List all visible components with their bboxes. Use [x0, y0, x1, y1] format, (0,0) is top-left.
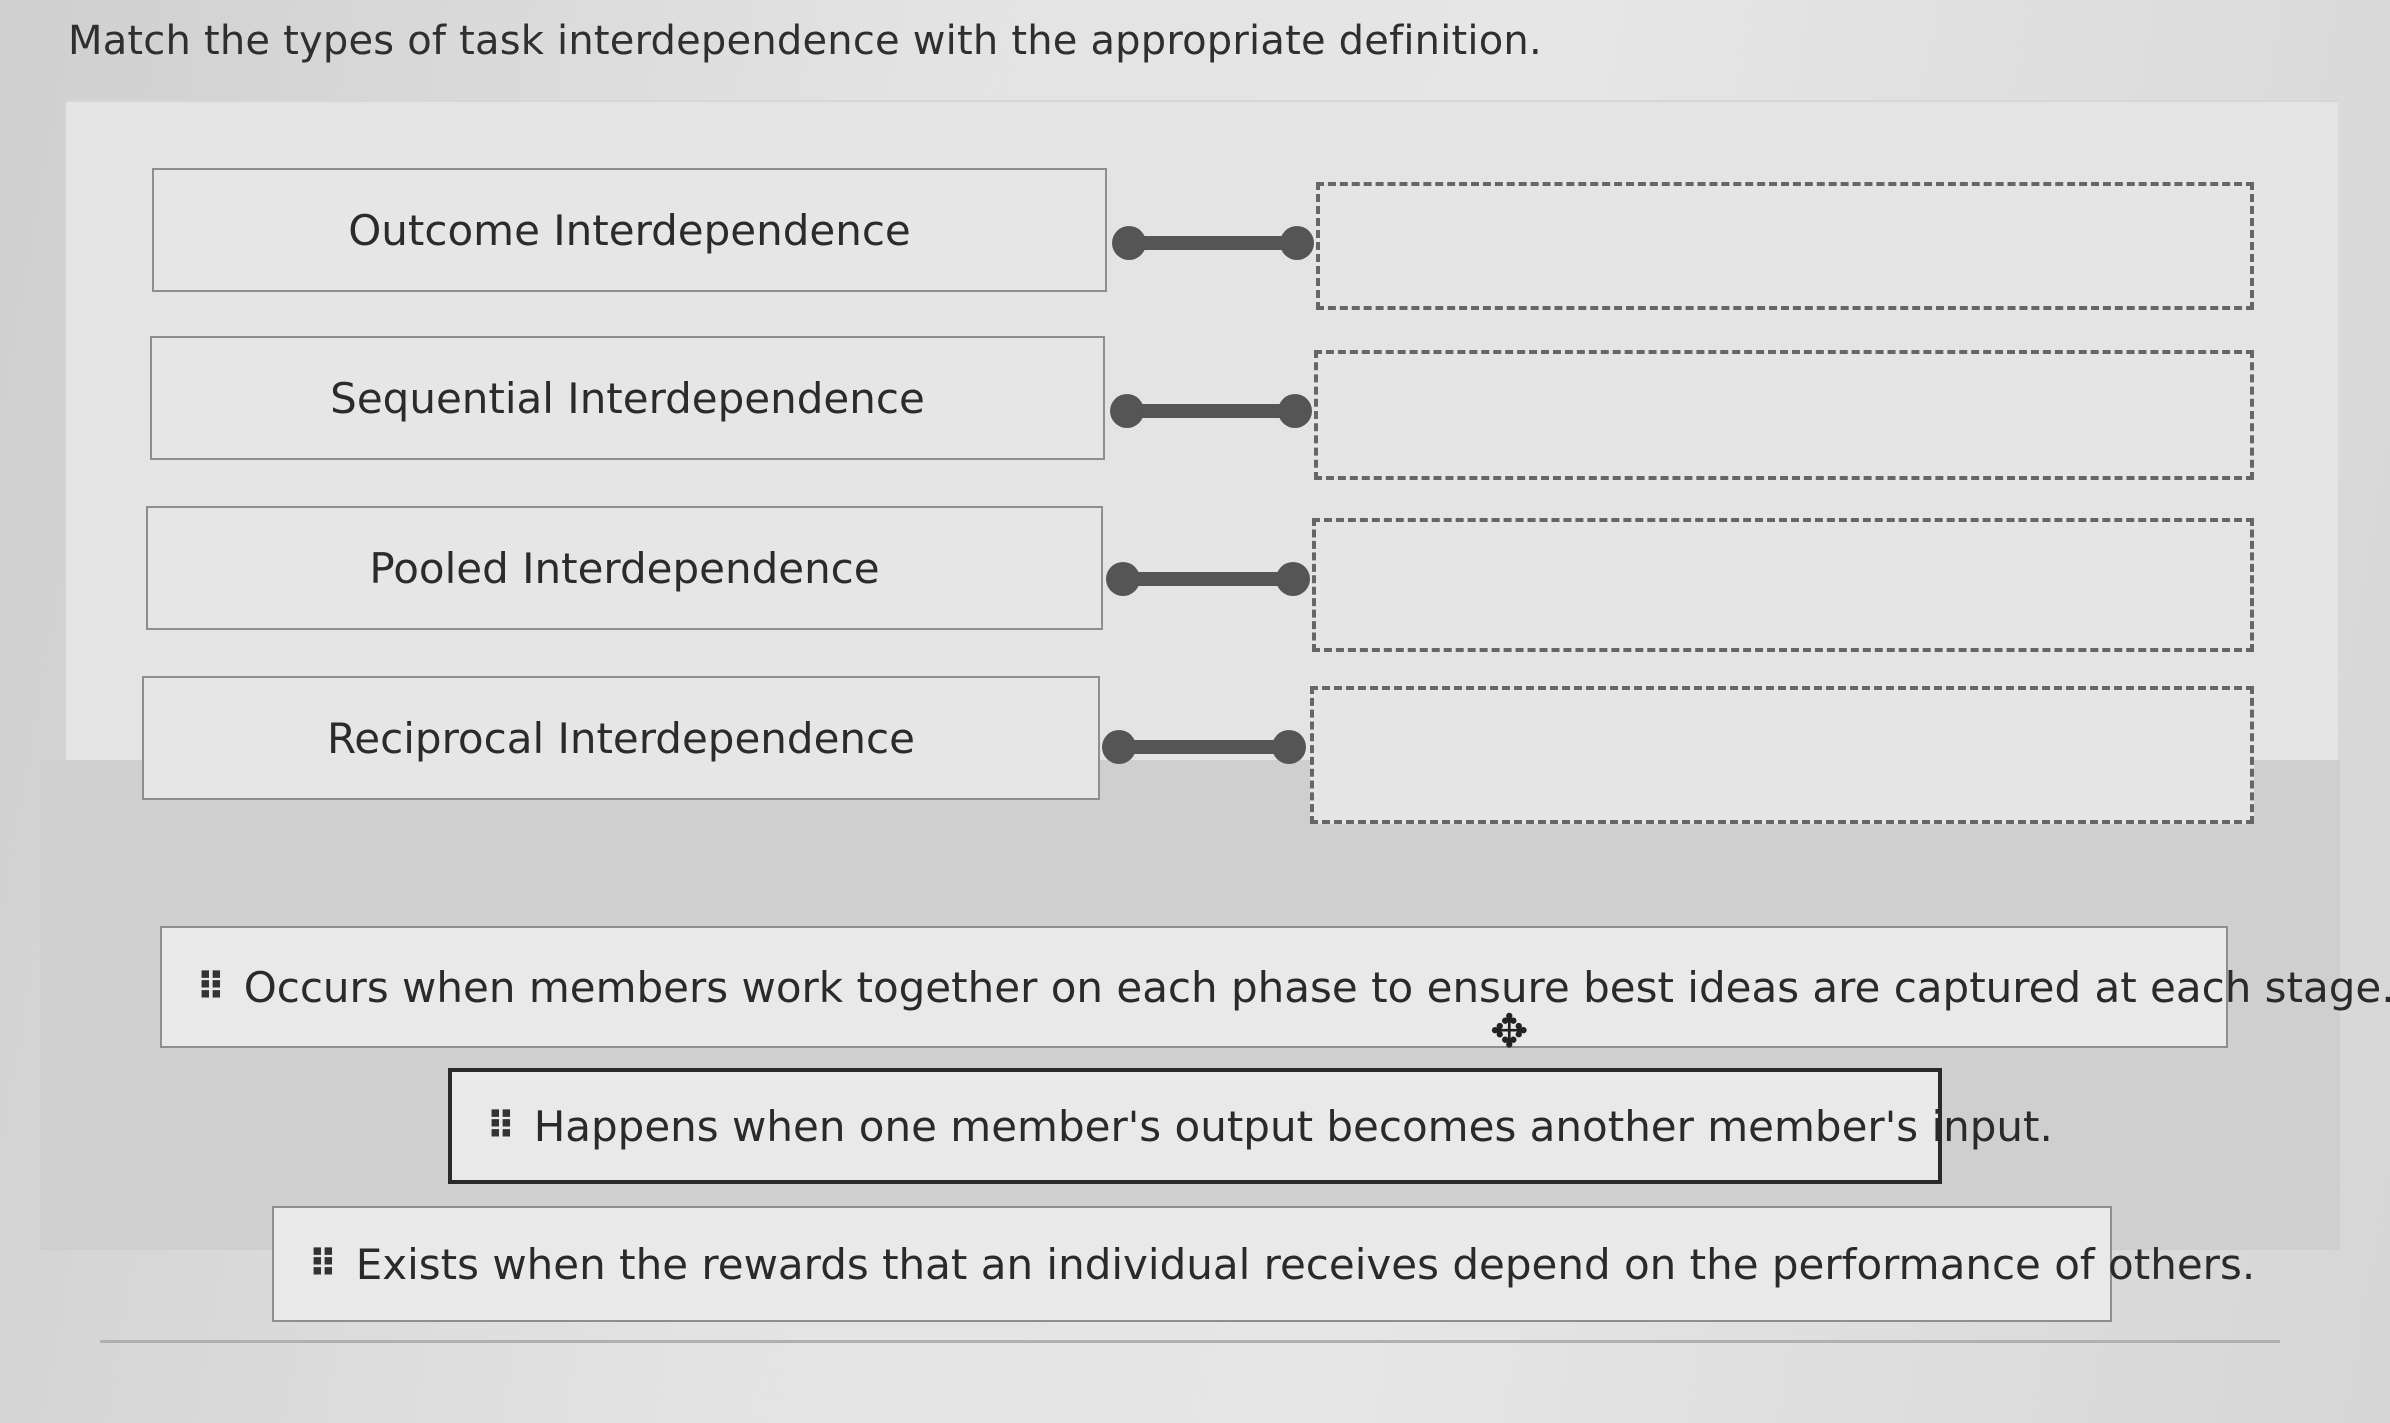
connector-reciprocal — [1102, 730, 1306, 764]
grip-icon[interactable]: ⠿ — [308, 1245, 338, 1283]
grip-icon[interactable]: ⠿ — [196, 968, 226, 1006]
drop-target-reciprocal[interactable] — [1310, 686, 2254, 824]
move-cursor-icon: ✥ — [1490, 1004, 1529, 1058]
connector-outcome — [1112, 226, 1314, 260]
drop-target-pooled[interactable] — [1312, 518, 2254, 652]
definition-text: Happens when one member's output becomes… — [533, 1101, 2053, 1151]
answer-bank-divider — [100, 1340, 2280, 1343]
connector-pooled — [1106, 562, 1310, 596]
term-label: Outcome Interdependence — [348, 205, 911, 255]
question-prompt: Match the types of task interdependence … — [68, 18, 1542, 64]
grip-icon[interactable]: ⠿ — [486, 1107, 516, 1145]
connector-sequential — [1110, 394, 1312, 428]
term-label: Reciprocal Interdependence — [327, 713, 915, 763]
definition-card[interactable]: ⠿ Exists when the rewards that an indivi… — [272, 1206, 2255, 1322]
drop-target-outcome[interactable] — [1316, 182, 2254, 310]
term-reciprocal: Reciprocal Interdependence — [142, 676, 1100, 800]
term-label: Pooled Interdependence — [369, 543, 880, 593]
term-pooled: Pooled Interdependence — [146, 506, 1103, 630]
definition-card[interactable]: ⠿ Happens when one member's output becom… — [448, 1068, 2053, 1184]
definition-text: Occurs when members work together on eac… — [243, 962, 2390, 1012]
definition-card[interactable]: ⠿ Occurs when members work together on e… — [160, 926, 2390, 1048]
term-outcome: Outcome Interdependence — [152, 168, 1107, 292]
term-sequential: Sequential Interdependence — [150, 336, 1105, 460]
term-label: Sequential Interdependence — [330, 373, 925, 423]
drop-target-sequential[interactable] — [1314, 350, 2254, 480]
definition-text: Exists when the rewards that an individu… — [355, 1239, 2256, 1289]
